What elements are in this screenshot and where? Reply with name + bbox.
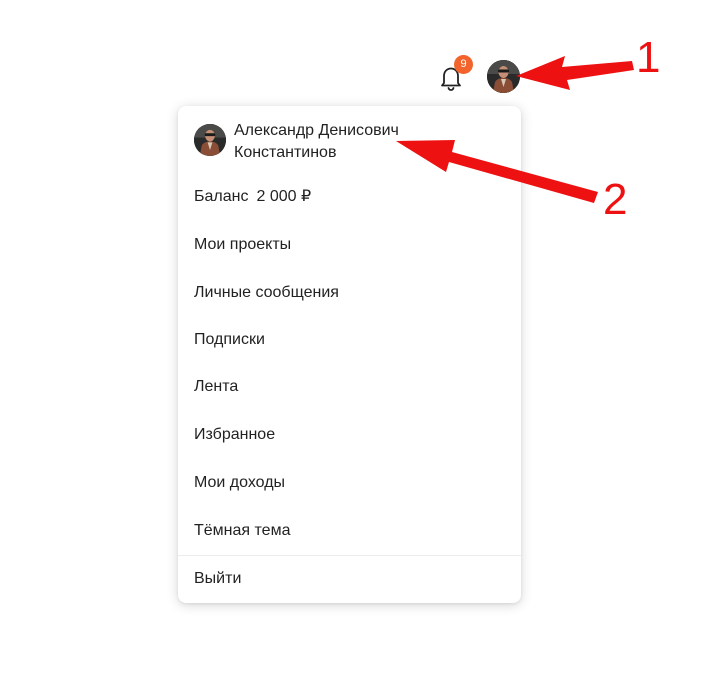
menu-item-my-projects[interactable]: Мои проекты [178,227,521,263]
user-dropdown-menu: Александр Денисович Константинов Баланс 2… [178,106,521,603]
logout-menu-item[interactable]: Выйти [178,561,521,597]
menu-item-feed[interactable]: Лента [178,369,521,405]
notification-count-badge: 9 [454,55,473,74]
menu-item-subscriptions[interactable]: Подписки [178,322,521,358]
balance-value: 2 000 ₽ [256,188,312,205]
menu-item-favorites[interactable]: Избранное [178,417,521,453]
user-avatar [194,124,226,156]
user-avatar[interactable] [487,60,520,93]
annotation-number-1: 1 [636,33,661,82]
menu-item-my-income[interactable]: Мои доходы [178,465,521,501]
menu-divider [178,555,521,556]
menu-item-messages[interactable]: Личные сообщения [178,275,521,311]
menu-item-dark-theme[interactable]: Тёмная тема [178,513,521,549]
balance-menu-item[interactable]: Баланс 2 000 ₽ [178,179,521,215]
page: 9 Александр Денисович Константинов Балан… [0,0,717,695]
user-name: Александр Денисович Константинов [234,122,399,161]
profile-menu-item[interactable]: Александр Денисович Константинов [178,106,521,172]
balance-label: Баланс [194,188,249,205]
annotation-number-2: 2 [603,175,628,224]
